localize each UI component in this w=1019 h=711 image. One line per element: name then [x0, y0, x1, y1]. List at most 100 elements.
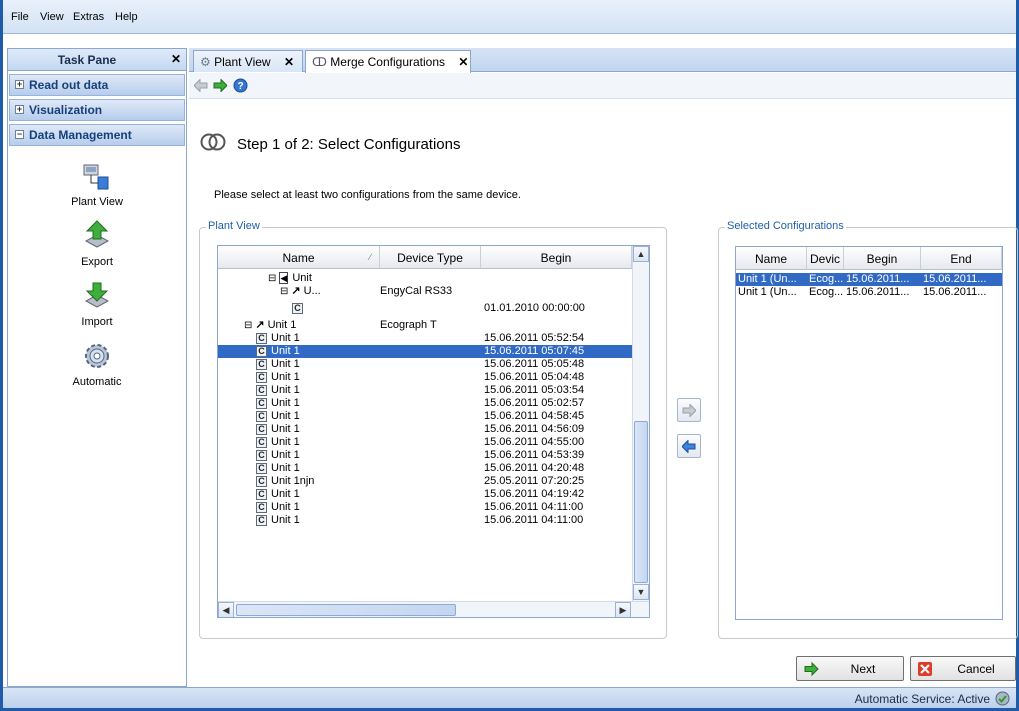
section-label: Read out data: [29, 78, 109, 92]
tree-row[interactable]: C Unit 1 15.06.2011 04:19:42: [218, 488, 632, 501]
tab-close-icon[interactable]: ✕: [458, 55, 468, 69]
task-item-import[interactable]: Import: [8, 279, 186, 328]
row-begin: 15.06.2011 05:07:45: [484, 345, 585, 357]
row-begin: 15.06.2011 04:11:00: [484, 514, 584, 526]
collapse-icon[interactable]: −: [15, 130, 24, 139]
column-header-name[interactable]: Name ∕: [218, 246, 380, 269]
menu-help[interactable]: Help: [115, 11, 138, 23]
configuration-icon: C: [256, 345, 267, 357]
section-data-management[interactable]: − Data Management: [9, 124, 185, 146]
row-begin: 15.06.2011 04:20:48: [484, 462, 585, 474]
help-icon[interactable]: ?: [233, 78, 248, 93]
tab-plant-view[interactable]: ⚙ Plant View ✕: [193, 50, 303, 72]
tree-row[interactable]: C Unit 1 15.06.2011 04:53:39: [218, 449, 632, 462]
tree-row[interactable]: ⊟ ↗ Unit 1 Ecograph T: [218, 319, 632, 332]
expand-icon[interactable]: +: [15, 80, 24, 89]
tree-row[interactable]: C Unit 1 15.06.2011 04:11:00: [218, 514, 632, 527]
vertical-scrollbar[interactable]: ▲ ▼: [632, 246, 649, 601]
task-item-label: Import: [81, 316, 113, 328]
scroll-right-icon[interactable]: ▶: [615, 602, 631, 617]
tree-row-name: C Unit 1: [256, 332, 300, 345]
menu-view[interactable]: View: [40, 11, 64, 23]
remove-from-selection-button[interactable]: [677, 434, 701, 458]
column-header-device-type[interactable]: Device Type: [380, 246, 481, 269]
column-header-name[interactable]: Name: [736, 247, 807, 270]
status-text: Automatic Service: Active: [854, 692, 990, 706]
header-label: Begin: [540, 251, 572, 265]
section-visualization[interactable]: + Visualization: [9, 99, 185, 121]
configuration-icon: C: [256, 332, 267, 344]
selected-configurations-list[interactable]: Name Devic Begin End Unit 1 (Un... Ecog..…: [735, 246, 1003, 620]
row-begin: 15.06.2011 05:03:54: [484, 384, 585, 396]
tree-row[interactable]: C 01.01.2010 00:00:00: [218, 302, 632, 315]
row-name-label: Unit 1: [271, 345, 300, 357]
task-pane-close-icon[interactable]: ✕: [171, 52, 181, 66]
menu-file[interactable]: File: [11, 11, 29, 23]
tree-row-name: C Unit 1: [256, 488, 300, 501]
tree-row[interactable]: C Unit 1 15.06.2011 05:52:54: [218, 332, 632, 345]
row-device-type: Ecograph T: [380, 319, 437, 331]
section-read-out-data[interactable]: + Read out data: [9, 74, 185, 96]
configuration-icon: C: [256, 371, 267, 383]
tree-row[interactable]: ⊟ ◀ Unit: [218, 272, 632, 285]
configuration-icon: C: [256, 397, 267, 409]
tree-row[interactable]: C Unit 1 15.06.2011 05:03:54: [218, 384, 632, 397]
tree-row[interactable]: ⊟ ↗ U... EngyCal RS33: [218, 285, 632, 298]
gear-icon: [85, 344, 109, 368]
tree-row[interactable]: C Unit 1 15.06.2011 04:11:00: [218, 501, 632, 514]
forward-arrow-icon[interactable]: [213, 79, 227, 92]
collapse-icon[interactable]: ⊟: [244, 320, 252, 331]
scroll-left-icon[interactable]: ◀: [218, 602, 234, 617]
row-begin: 25.05.2011 07:20:25: [484, 475, 585, 487]
row-device-type: EngyCal RS33: [380, 285, 453, 297]
tree-row[interactable]: C Unit 1 15.06.2011 05:07:45: [218, 345, 632, 358]
header-label: Begin: [866, 252, 898, 266]
tree-row[interactable]: C Unit 1 15.06.2011 04:58:45: [218, 410, 632, 423]
tree-row[interactable]: C Unit 1 15.06.2011 04:56:09: [218, 423, 632, 436]
menu-extras[interactable]: Extras: [73, 11, 104, 23]
horizontal-scrollbar[interactable]: ◀ ▶: [218, 601, 649, 617]
selected-config-row[interactable]: Unit 1 (Un... Ecog... 15.06.2011... 15.06.2…: [736, 273, 1002, 286]
add-to-selection-button[interactable]: [677, 398, 701, 422]
column-header-begin[interactable]: Begin: [481, 246, 632, 269]
task-item-label: Export: [81, 256, 113, 268]
tree-row[interactable]: C Unit 1 15.06.2011 04:55:00: [218, 436, 632, 449]
collapse-icon[interactable]: ⊟: [268, 273, 276, 284]
task-item-plant-view[interactable]: Plant View: [8, 159, 186, 208]
column-header-begin[interactable]: Begin: [844, 247, 921, 270]
group-label: Selected Configurations: [725, 220, 846, 232]
tree-row-name: C Unit 1: [256, 514, 300, 527]
column-header-device[interactable]: Devic: [807, 247, 844, 270]
task-item-export[interactable]: Export: [8, 219, 186, 268]
tab-merge-configurations[interactable]: ↀ Merge Configurations ✕: [305, 50, 471, 73]
row-name-label: Unit 1: [271, 332, 300, 344]
tree-row[interactable]: C Unit 1 15.06.2011 05:05:48: [218, 358, 632, 371]
header-label: End: [950, 252, 972, 266]
collapse-icon[interactable]: ⊟: [280, 286, 288, 297]
back-arrow-icon[interactable]: [194, 79, 208, 92]
cell-name: Unit 1 (Un...: [738, 273, 797, 285]
tree-row[interactable]: C Unit 1 15.06.2011 04:20:48: [218, 462, 632, 475]
row-name-label: Unit 1: [271, 436, 300, 448]
cancel-button[interactable]: Cancel: [910, 656, 1016, 681]
column-header-end[interactable]: End: [921, 247, 1002, 270]
navigation-bar: ?: [189, 73, 1016, 99]
tree-row[interactable]: C Unit 1 15.06.2011 05:02:57: [218, 397, 632, 410]
expand-icon[interactable]: +: [15, 105, 24, 114]
scroll-up-icon[interactable]: ▲: [633, 246, 649, 262]
tree-row[interactable]: C Unit 1njn 25.05.2011 07:20:25: [218, 475, 632, 488]
next-button[interactable]: Next: [796, 656, 904, 681]
scroll-thumb[interactable]: [634, 421, 648, 583]
row-name-label: Unit 1: [271, 410, 300, 422]
task-item-automatic[interactable]: Automatic: [8, 339, 186, 388]
row-name-label: Unit 1: [271, 449, 300, 461]
scroll-down-icon[interactable]: ▼: [633, 584, 649, 600]
scroll-thumb[interactable]: [236, 604, 456, 616]
tree-row[interactable]: C Unit 1 15.06.2011 05:04:48: [218, 371, 632, 384]
plant-view-tree-grid[interactable]: Name ∕ Device Type Begin ⊟ ◀ Unit ⊟ ↗ U... Eng…: [217, 245, 650, 618]
row-name-label: Unit 1njn: [271, 475, 315, 487]
selected-config-row[interactable]: Unit 1 (Un... Ecog... 15.06.2011... 15.06.2…: [736, 286, 1002, 299]
plant-view-icon: ⚙: [200, 55, 211, 69]
tab-close-icon[interactable]: ✕: [284, 55, 294, 69]
task-pane-title: Task Pane: [57, 53, 117, 67]
